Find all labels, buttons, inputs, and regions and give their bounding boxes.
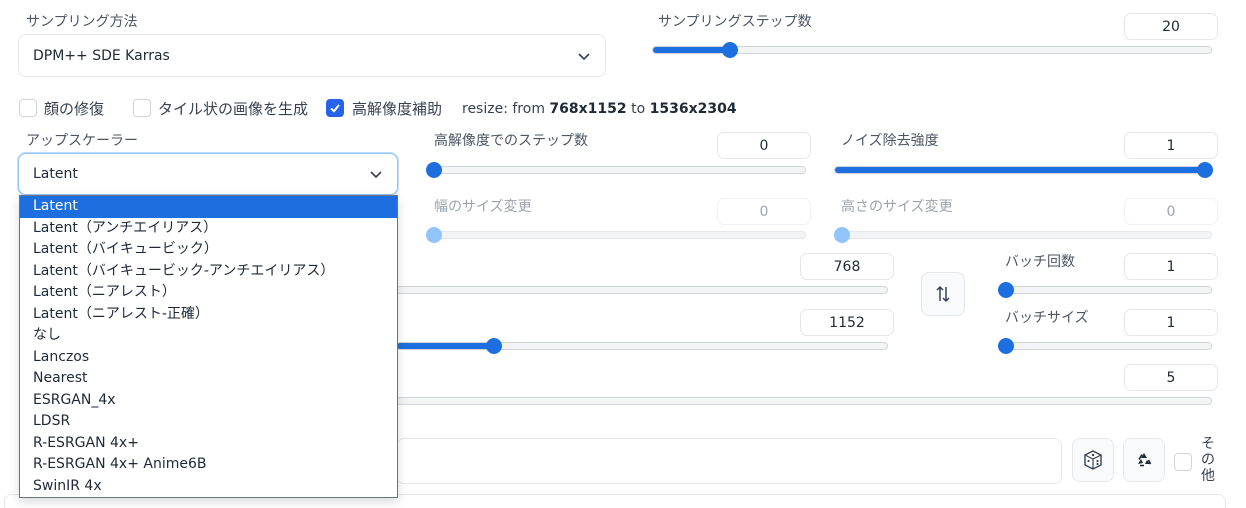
seed-input[interactable]: [396, 438, 1062, 484]
batch-size-label: バッチサイズ: [1005, 310, 1089, 326]
cfg-scale-input[interactable]: 5: [1124, 364, 1218, 391]
upscaler-option[interactable]: R-ESRGAN 4x+ Anime6B: [20, 454, 397, 476]
batch-count-input[interactable]: 1: [1124, 253, 1218, 280]
resize-prefix: resize: from: [462, 101, 545, 117]
resize-width-slider-thumb[interactable]: [426, 227, 442, 243]
width-input[interactable]: 768: [800, 253, 894, 280]
dice-icon: [1084, 450, 1102, 470]
check-icon: [330, 104, 340, 113]
resize-height-input[interactable]: 0: [1124, 198, 1218, 225]
resize-to: 1536x2304: [649, 101, 737, 117]
upscaler-option[interactable]: Latent: [20, 196, 397, 218]
sampling-steps-slider-thumb[interactable]: [722, 42, 738, 58]
upscaler-option[interactable]: ESRGAN_4x: [20, 390, 397, 412]
hires-steps-input[interactable]: 0: [717, 132, 811, 159]
upscaler-option[interactable]: なし: [20, 325, 397, 347]
upscaler-option[interactable]: R-ESRGAN 4x+: [20, 433, 397, 455]
upscaler-option[interactable]: SwinIR 4x: [20, 476, 397, 498]
sampling-steps-input[interactable]: 20: [1124, 13, 1218, 40]
resize-info: resize: from 768x1152 to 1536x2304: [462, 101, 737, 117]
resize-width-input[interactable]: 0: [717, 198, 811, 225]
denoise-slider-thumb[interactable]: [1197, 162, 1213, 178]
resize-height-label: 高さのサイズ変更: [841, 199, 953, 215]
batch-size-slider-track[interactable]: [998, 342, 1212, 350]
resize-width-slider-track[interactable]: [426, 231, 806, 239]
height-input[interactable]: 1152: [800, 309, 894, 336]
face-restore-label: 顔の修復: [44, 100, 105, 118]
extra-seed-label: その他: [1201, 436, 1215, 484]
upscaler-option[interactable]: Latent（ニアレスト）: [20, 282, 397, 304]
upscaler-label: アップスケーラー: [26, 133, 138, 149]
upscaler-option[interactable]: Latent（アンチエイリアス）: [20, 218, 397, 240]
resize-height-slider-track[interactable]: [834, 231, 1212, 239]
resize-to-word: to: [631, 101, 646, 117]
resize-height-slider-thumb[interactable]: [834, 227, 850, 243]
swap-dimensions-button[interactable]: [921, 272, 965, 316]
extra-seed-checkbox[interactable]: [1174, 453, 1192, 471]
batch-count-label: バッチ回数: [1005, 254, 1075, 270]
height-slider-thumb[interactable]: [486, 338, 502, 354]
height-slider-track[interactable]: [396, 342, 888, 350]
upscaler-value: Latent: [33, 166, 78, 182]
upscaler-option[interactable]: Lanczos: [20, 347, 397, 369]
sampling-steps-slider-fill: [653, 47, 726, 53]
upscaler-option[interactable]: Latent（バイキュービック-アンチエイリアス）: [20, 261, 397, 283]
upscaler-option[interactable]: Nearest: [20, 368, 397, 390]
upscaler-select[interactable]: Latent: [18, 153, 398, 195]
sampling-method-label: サンプリング方法: [26, 14, 138, 30]
denoise-slider-fill: [835, 167, 1211, 173]
batch-count-slider-track[interactable]: [998, 286, 1212, 294]
batch-count-slider-thumb[interactable]: [998, 282, 1014, 298]
hires-fix-label: 高解像度補助: [352, 100, 443, 118]
swap-vertical-arrows-icon: [936, 285, 950, 303]
width-slider-track[interactable]: [396, 286, 888, 294]
batch-size-slider-thumb[interactable]: [998, 338, 1014, 354]
resize-from: 768x1152: [549, 101, 627, 117]
tiling-label: タイル状の画像を生成: [158, 100, 309, 118]
cfg-scale-slider-track[interactable]: [396, 397, 1212, 405]
batch-size-input[interactable]: 1: [1124, 309, 1218, 336]
reuse-seed-button[interactable]: [1123, 438, 1165, 482]
tiling-checkbox[interactable]: [133, 99, 151, 117]
upscaler-option[interactable]: Latent（バイキュービック）: [20, 239, 397, 261]
recycle-icon: [1138, 453, 1152, 467]
sampling-method-value: DPM++ SDE Karras: [33, 47, 170, 64]
hires-fix-checkbox[interactable]: [326, 99, 344, 117]
upscaler-option[interactable]: LDSR: [20, 411, 397, 433]
denoise-label: ノイズ除去強度: [841, 133, 939, 149]
denoise-input[interactable]: 1: [1124, 132, 1218, 159]
sampling-method-select[interactable]: DPM++ SDE Karras: [18, 34, 606, 77]
hires-steps-slider-track[interactable]: [426, 166, 806, 174]
chevron-down-icon: [578, 52, 590, 60]
sampling-steps-label: サンプリングステップ数: [658, 14, 812, 30]
hires-steps-slider-thumb[interactable]: [426, 162, 442, 178]
chevron-down-icon: [370, 171, 382, 179]
resize-width-label: 幅のサイズ変更: [434, 199, 532, 215]
random-seed-button[interactable]: [1072, 438, 1114, 482]
face-restore-checkbox[interactable]: [19, 99, 37, 117]
height-slider-fill: [397, 343, 495, 349]
upscaler-option[interactable]: Latent（ニアレスト-正確）: [20, 304, 397, 326]
denoise-slider-track[interactable]: [834, 166, 1212, 174]
hires-steps-label: 高解像度でのステップ数: [434, 133, 588, 149]
upscaler-dropdown-list[interactable]: Latent Latent（アンチエイリアス） Latent（バイキュービック） La…: [19, 195, 398, 498]
